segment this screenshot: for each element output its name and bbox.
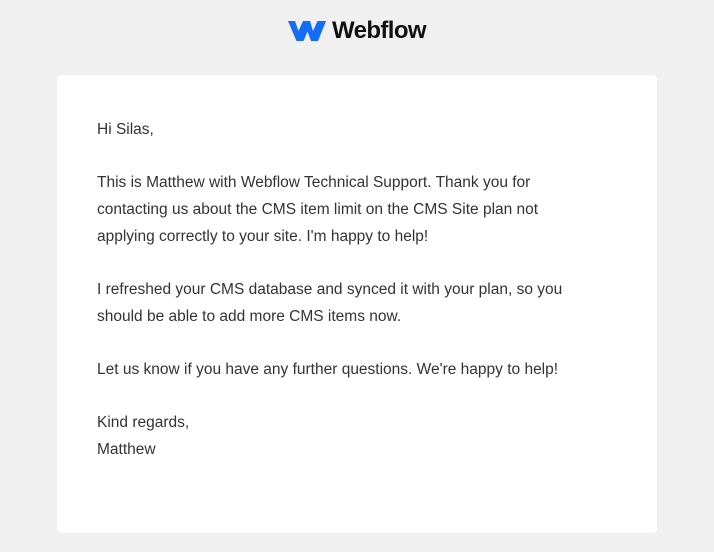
body-paragraph: This is Matthew with Webflow Technical S… <box>97 174 539 245</box>
webflow-logo[interactable]: Webflow <box>287 17 427 44</box>
email-card: Hi Silas, This is Matthew with Webflow T… <box>57 75 657 533</box>
body-paragraph: Let us know if you have any further ques… <box>97 361 559 378</box>
body-paragraph: I refreshed your CMS database and synced… <box>97 281 563 325</box>
signature: Matthew <box>97 441 156 458</box>
greeting: Hi Silas, <box>97 121 154 138</box>
email-header: Webflow <box>0 0 714 64</box>
closing: Kind regards, <box>97 414 190 431</box>
webflow-w-icon <box>287 21 326 41</box>
brand-name: Webflow <box>331 17 427 44</box>
sign-off: Kind regards, Matthew <box>97 409 617 463</box>
